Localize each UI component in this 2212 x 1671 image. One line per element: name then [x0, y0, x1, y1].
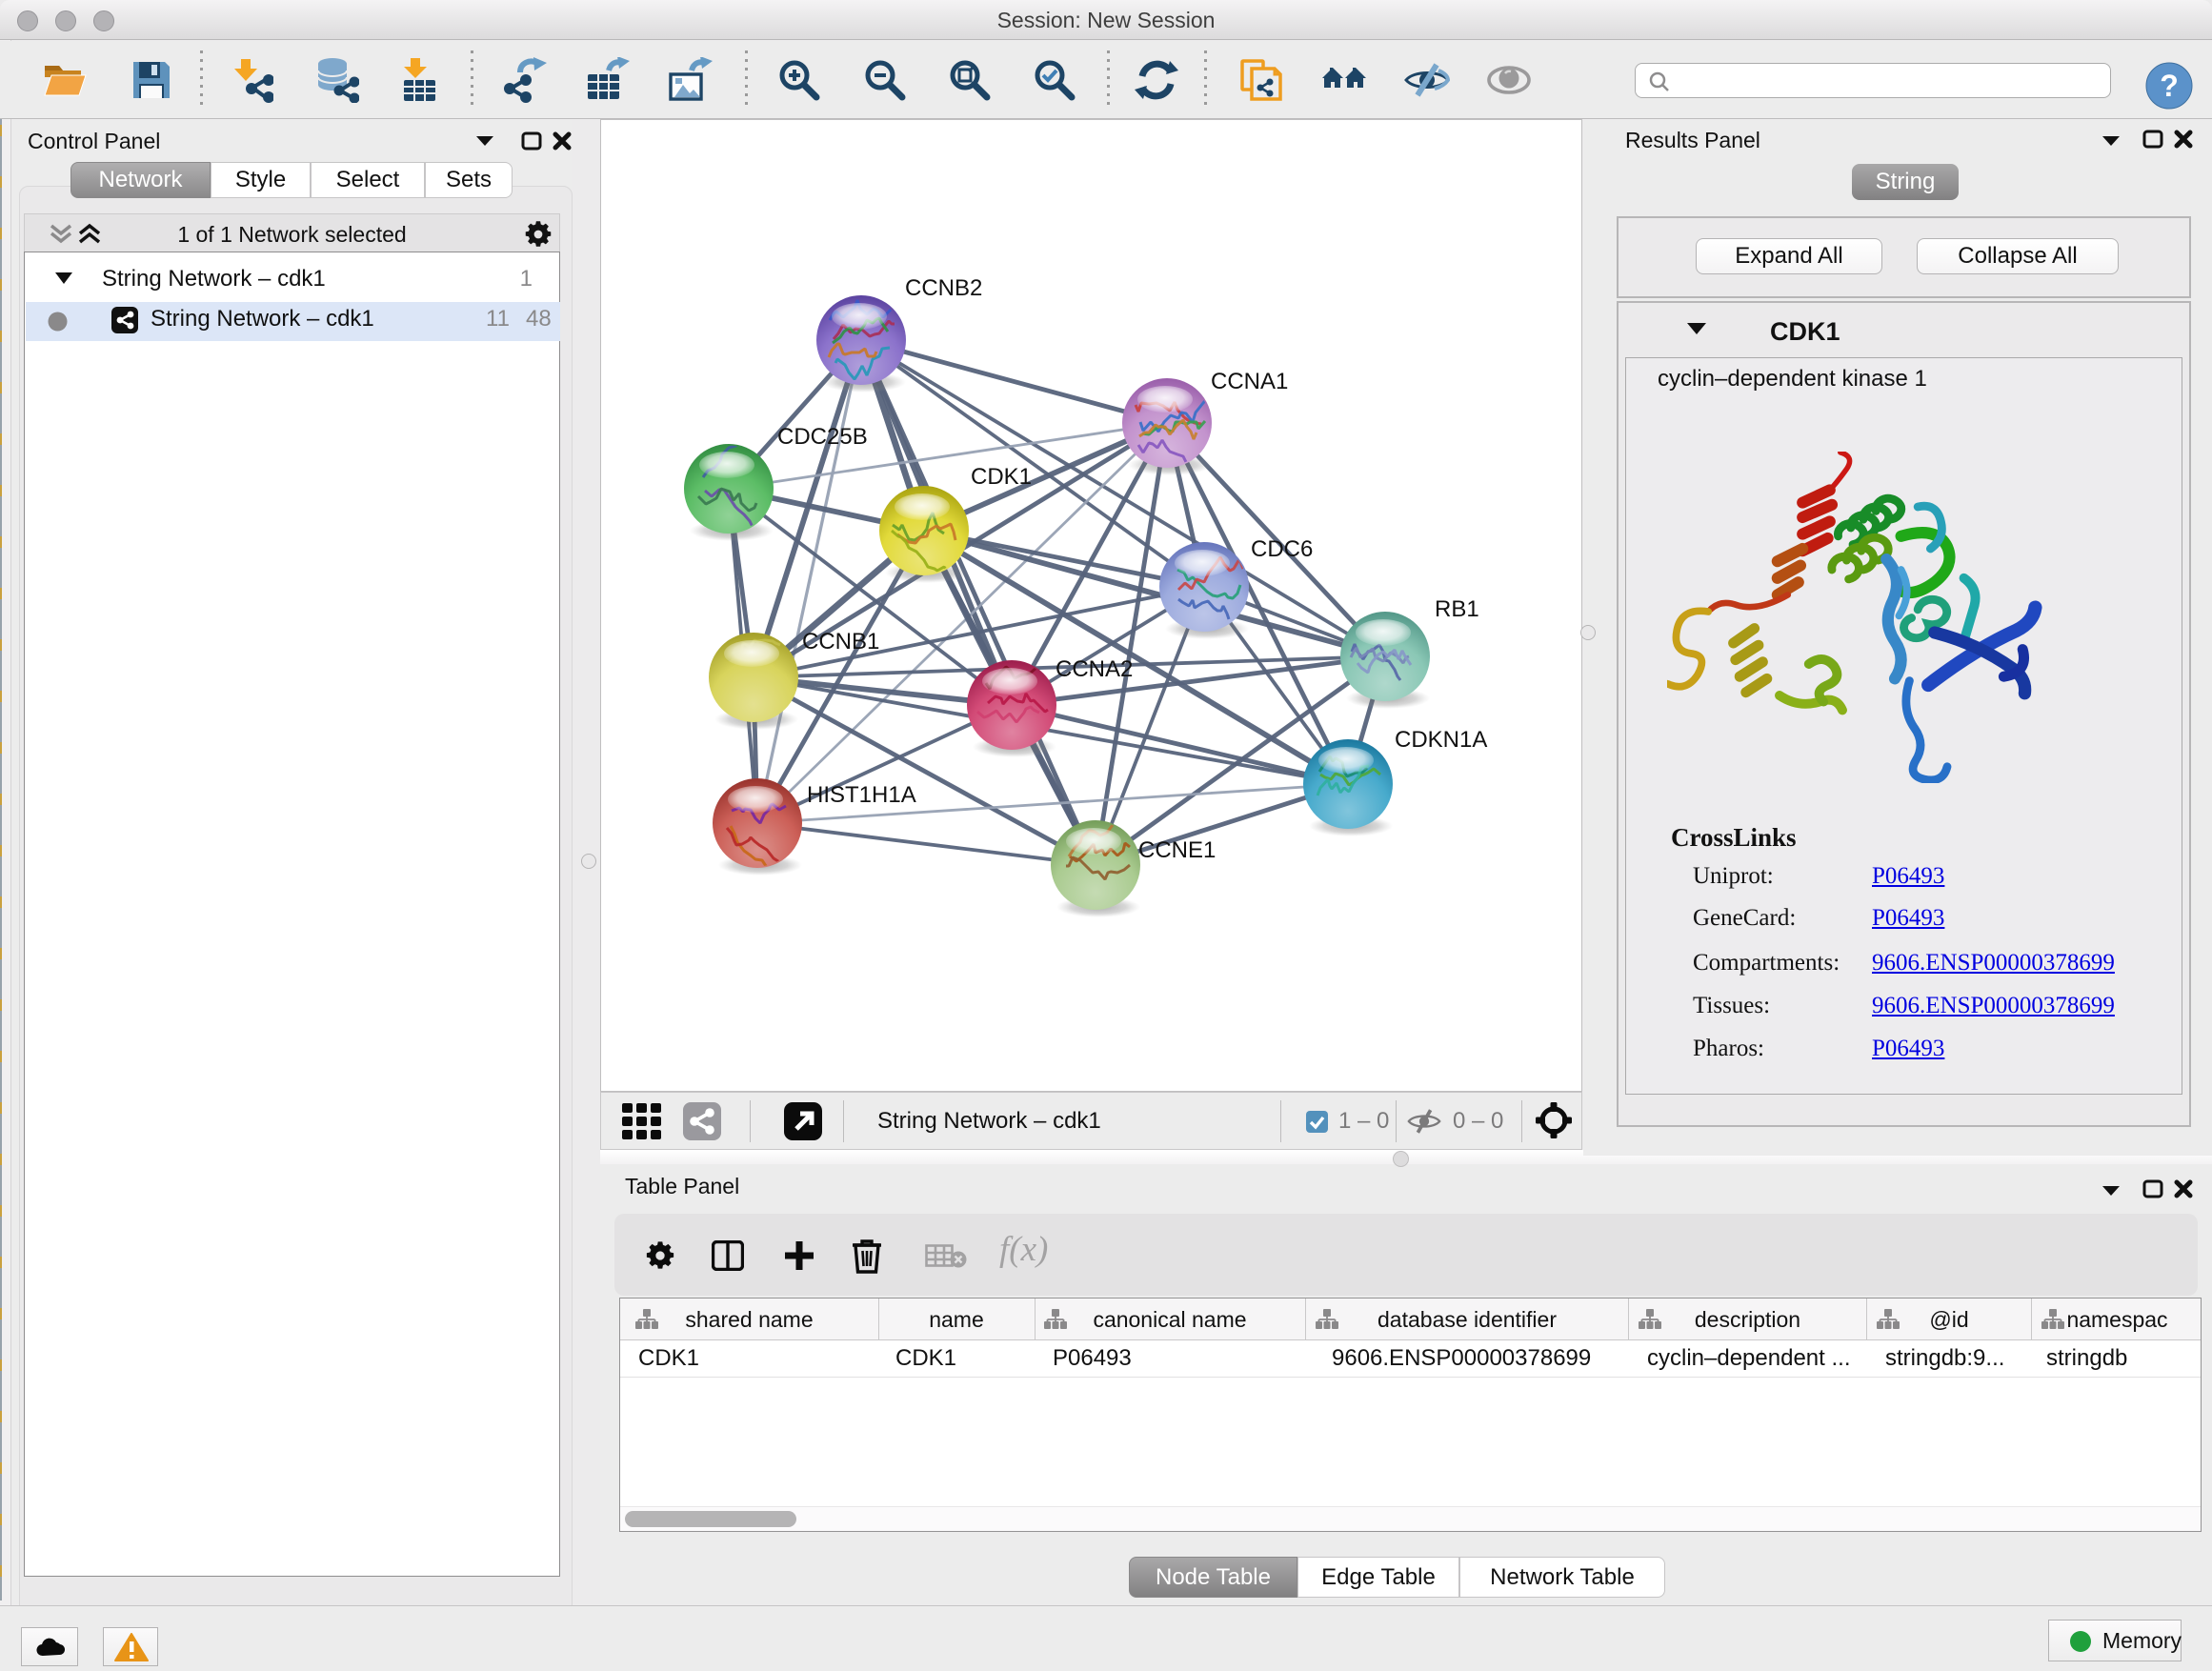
svg-text:CDK1: CDK1: [971, 464, 1032, 490]
svg-text:RB1: RB1: [1435, 596, 1479, 622]
svg-text:CCNE1: CCNE1: [1138, 837, 1216, 863]
svg-text:CCNA1: CCNA1: [1211, 369, 1288, 394]
svg-text:CDC25B: CDC25B: [777, 424, 868, 450]
svg-text:CDC6: CDC6: [1251, 536, 1313, 562]
svg-text:CDKN1A: CDKN1A: [1395, 727, 1487, 753]
svg-text:HIST1H1A: HIST1H1A: [807, 782, 916, 808]
svg-text:CCNB1: CCNB1: [802, 629, 879, 654]
svg-text:CCNB2: CCNB2: [905, 275, 982, 301]
svg-text:CCNA2: CCNA2: [1056, 656, 1133, 682]
svg-text:?: ?: [2160, 69, 2179, 103]
